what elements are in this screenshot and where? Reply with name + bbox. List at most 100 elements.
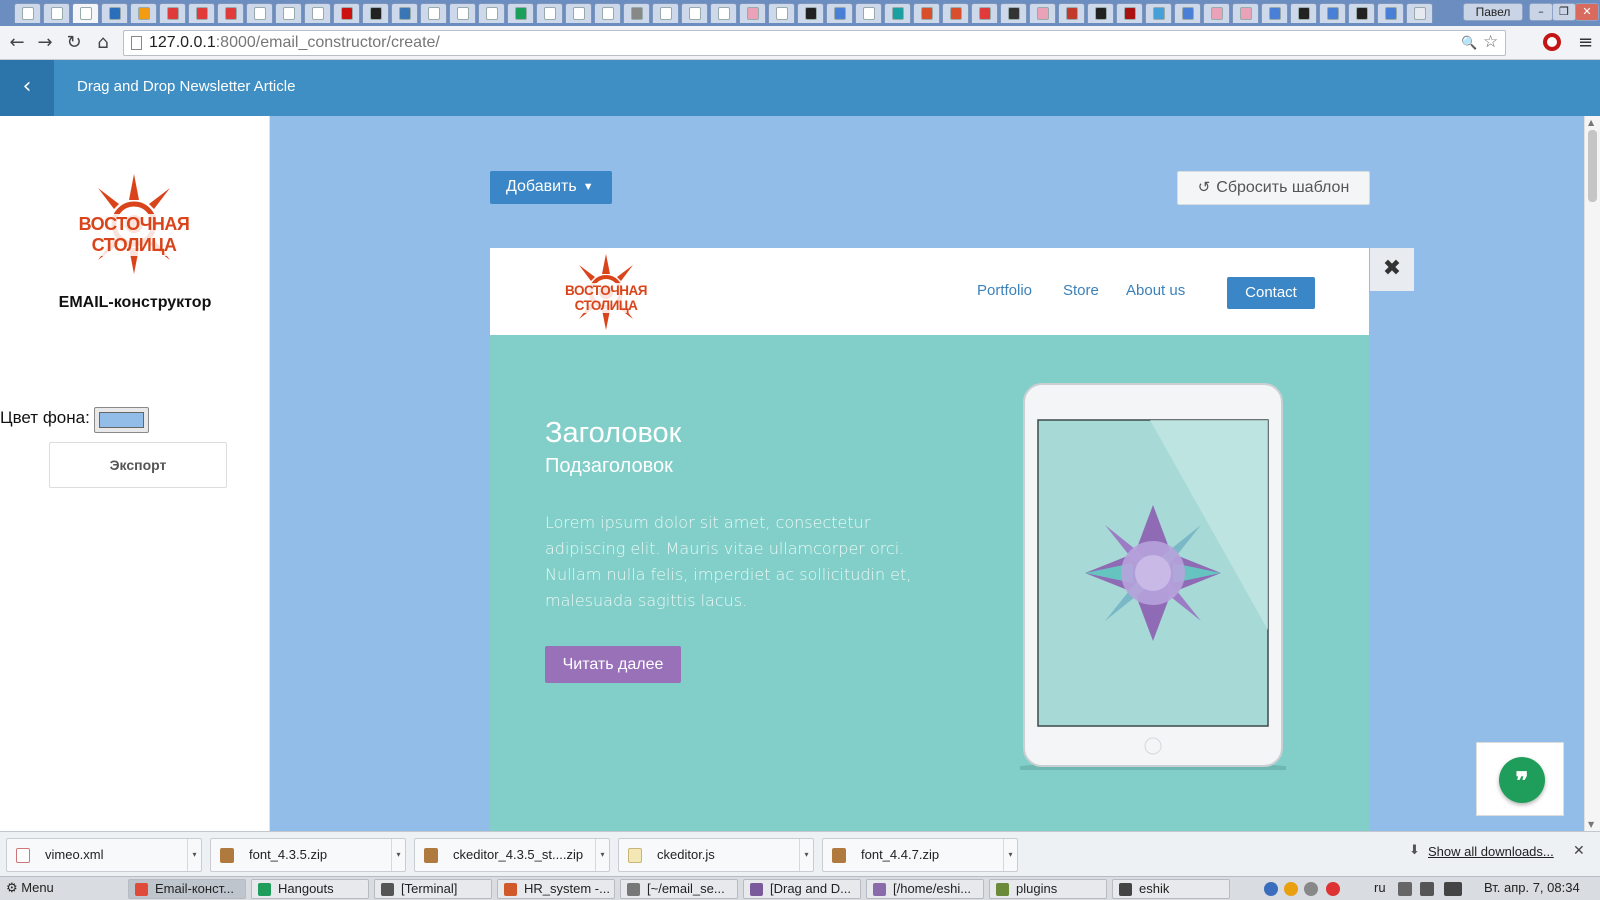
gmail-tray-icon[interactable] (1326, 882, 1340, 896)
browser-tab[interactable] (1377, 3, 1404, 23)
browser-tab[interactable] (217, 3, 244, 23)
browser-tab[interactable] (797, 3, 824, 23)
browser-tab[interactable] (594, 3, 621, 23)
read-more-button[interactable]: Читать далее (545, 646, 681, 683)
browser-tab[interactable] (159, 3, 186, 23)
browser-tab[interactable] (1319, 3, 1346, 23)
browser-tab[interactable] (449, 3, 476, 23)
taskbar-app[interactable]: plugins (989, 879, 1107, 899)
browser-tab[interactable] (130, 3, 157, 23)
browser-tab[interactable] (942, 3, 969, 23)
browser-tab[interactable] (913, 3, 940, 23)
keyboard-layout[interactable]: ru (1374, 880, 1386, 895)
dropbox-tray-icon[interactable] (1304, 882, 1318, 896)
download-item[interactable]: font_4.4.7.zip ▾ (822, 838, 1018, 872)
browser-tab[interactable] (101, 3, 128, 23)
quote-icon[interactable]: ❞ (1499, 757, 1545, 803)
download-item[interactable]: vimeo.xml ▾ (6, 838, 202, 872)
browser-tab[interactable] (1261, 3, 1288, 23)
taskbar-app[interactable]: [~/email_se... (620, 879, 738, 899)
browser-tab[interactable] (1174, 3, 1201, 23)
download-menu-icon[interactable]: ▾ (1003, 839, 1017, 871)
minimize-button[interactable]: – (1529, 3, 1553, 21)
browser-tab[interactable] (420, 3, 447, 23)
download-item[interactable]: ckeditor_4.3.5_st....zip ▾ (414, 838, 610, 872)
browser-tab[interactable] (652, 3, 679, 23)
browser-tab[interactable] (1290, 3, 1317, 23)
browser-tab[interactable] (304, 3, 331, 23)
hero-body-text[interactable]: Lorem ipsum dolor sit amet, consectetur … (545, 510, 920, 614)
browser-tab[interactable] (768, 3, 795, 23)
browser-tab[interactable] (478, 3, 505, 23)
export-button[interactable]: Экспорт (49, 442, 227, 488)
browser-tab[interactable] (826, 3, 853, 23)
taskbar-app[interactable]: HR_system -... (497, 879, 615, 899)
browser-tab[interactable] (565, 3, 592, 23)
hero-block[interactable]: Заголовок Подзаголовок Lorem ipsum dolor… (490, 335, 1369, 831)
clock[interactable]: Вт. апр. 7, 08:34 (1484, 880, 1580, 895)
browser-tab[interactable] (1203, 3, 1230, 23)
maximize-button[interactable]: ❐ (1552, 3, 1576, 21)
browser-tab[interactable] (1232, 3, 1259, 23)
forward-arrow-icon[interactable]: → (34, 32, 56, 54)
start-menu-button[interactable]: ⚙ Menu (6, 880, 54, 896)
nav-link-store[interactable]: Store (1063, 282, 1099, 299)
address-bar[interactable]: 127.0.0.1:8000/email_constructor/create/… (123, 30, 1506, 56)
browser-tab[interactable] (275, 3, 302, 23)
vertical-scrollbar[interactable]: ▲ ▼ (1584, 116, 1600, 831)
browser-tab[interactable] (1058, 3, 1085, 23)
bg-color-picker[interactable] (94, 407, 149, 433)
profile-button[interactable]: Павел (1463, 3, 1523, 21)
taskbar-app[interactable]: eshik (1112, 879, 1230, 899)
browser-tab[interactable] (971, 3, 998, 23)
taskbar-app[interactable]: [/home/eshi... (866, 879, 984, 899)
close-downloads-icon[interactable]: ✕ (1573, 843, 1585, 859)
scrollbar-thumb[interactable] (1588, 130, 1597, 202)
back-chevron-icon[interactable]: ‹ (0, 60, 54, 116)
browser-tab[interactable] (1348, 3, 1375, 23)
browser-tab[interactable] (1406, 3, 1433, 23)
browser-tab[interactable] (507, 3, 534, 23)
browser-tab[interactable] (739, 3, 766, 23)
download-menu-icon[interactable]: ▾ (187, 839, 201, 871)
browser-tab[interactable] (246, 3, 273, 23)
browser-tab[interactable] (1029, 3, 1056, 23)
star-icon[interactable]: ☆ (1483, 32, 1498, 52)
browser-tab[interactable] (1087, 3, 1114, 23)
browser-tab[interactable] (391, 3, 418, 23)
browser-tab[interactable] (188, 3, 215, 23)
adblock-extension-icon[interactable] (1543, 33, 1561, 51)
browser-tab[interactable] (884, 3, 911, 23)
browser-tab[interactable] (1000, 3, 1027, 23)
nav-link-portfolio[interactable]: Portfolio (977, 282, 1032, 299)
scroll-down-icon[interactable]: ▼ (1588, 820, 1594, 829)
download-item[interactable]: font_4.3.5.zip ▾ (210, 838, 406, 872)
browser-tab[interactable] (1145, 3, 1172, 23)
volume-icon[interactable] (1398, 882, 1412, 896)
reset-template-button[interactable]: ↺ Сбросить шаблон (1177, 171, 1370, 205)
browser-menu-icon[interactable]: ≡ (1578, 32, 1593, 53)
hero-title[interactable]: Заголовок (545, 417, 681, 450)
taskbar-app[interactable]: [Terminal] (374, 879, 492, 899)
email-navbar[interactable]: ВОСТОЧНАЯ СТОЛИЦА Portfolio Store About … (490, 248, 1369, 335)
show-all-downloads-link[interactable]: Show all downloads... (1428, 844, 1554, 859)
browser-tab[interactable] (43, 3, 70, 23)
network-icon[interactable] (1420, 882, 1434, 896)
battery-icon[interactable] (1444, 882, 1462, 896)
contact-button[interactable]: Contact (1227, 277, 1315, 309)
hero-subtitle[interactable]: Подзаголовок (545, 455, 673, 478)
browser-tab[interactable] (333, 3, 360, 23)
download-item[interactable]: ckeditor.js ▾ (618, 838, 814, 872)
taskbar-app[interactable]: Email-конст... (128, 879, 246, 899)
download-menu-icon[interactable]: ▾ (391, 839, 405, 871)
browser-tab[interactable] (623, 3, 650, 23)
taskbar-app[interactable]: [Drag and D... (743, 879, 861, 899)
browser-tab[interactable] (536, 3, 563, 23)
nav-link-about[interactable]: About us (1126, 282, 1185, 299)
browser-tab[interactable] (1116, 3, 1143, 23)
browser-tab[interactable] (14, 3, 41, 23)
browser-tab[interactable] (855, 3, 882, 23)
browser-tab[interactable] (72, 3, 99, 23)
reload-icon[interactable]: ↻ (63, 32, 85, 54)
chrome-tray-icon[interactable] (1284, 882, 1298, 896)
